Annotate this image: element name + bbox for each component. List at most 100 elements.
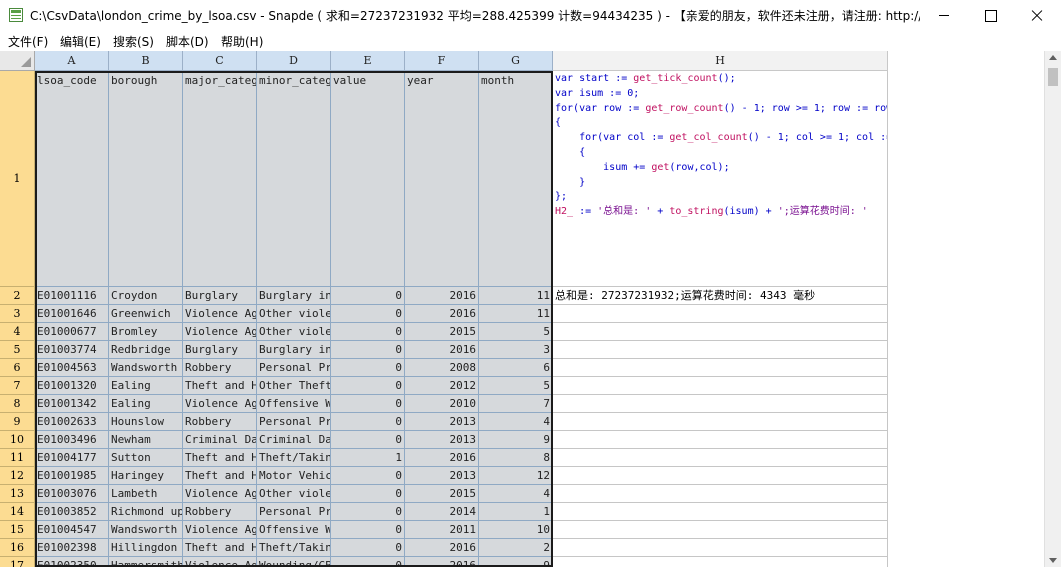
grid-cell[interactable]: Hillingdon [109, 539, 183, 557]
grid-cell[interactable] [553, 539, 888, 557]
grid-cell[interactable]: 5 [479, 323, 553, 341]
grid-cell[interactable]: E01001342 [35, 395, 109, 413]
grid-cell[interactable]: Violence Against [183, 557, 257, 567]
grid-cell[interactable]: E01002350 [35, 557, 109, 567]
column-header-f[interactable]: F [405, 51, 479, 71]
row-header[interactable]: 13 [0, 485, 35, 503]
grid-cell[interactable]: Haringey [109, 467, 183, 485]
column-header-a[interactable]: A [35, 51, 109, 71]
grid-cell[interactable]: 2013 [405, 467, 479, 485]
grid-cell[interactable]: 12 [479, 467, 553, 485]
vertical-scrollbar[interactable] [1044, 51, 1061, 567]
grid-cell[interactable] [553, 395, 888, 413]
grid-cell[interactable]: 2 [479, 539, 553, 557]
grid-cell[interactable]: Other violence [257, 305, 331, 323]
row-header[interactable]: 7 [0, 377, 35, 395]
grid-cell[interactable]: Greenwich [109, 305, 183, 323]
scroll-down-arrow-icon[interactable] [1049, 558, 1057, 563]
grid-cell[interactable]: 2013 [405, 413, 479, 431]
grid-cell[interactable]: 0 [331, 413, 405, 431]
menu-edit[interactable]: 编辑(E) [60, 33, 101, 50]
row-header[interactable]: 1 [0, 71, 35, 287]
grid-cell[interactable]: Violence Against the Person [183, 395, 257, 413]
grid-cell[interactable]: Theft/Taking of Pedal Cycle [257, 449, 331, 467]
header-cell[interactable]: borough [109, 71, 183, 287]
grid-cell[interactable]: E01004563 [35, 359, 109, 377]
grid-cell[interactable]: Newham [109, 431, 183, 449]
grid-cell[interactable]: E01004547 [35, 521, 109, 539]
grid-cell[interactable]: Theft and Handling [183, 539, 257, 557]
grid-cell[interactable]: Ealing [109, 395, 183, 413]
menu-file[interactable]: 文件(F) [8, 33, 48, 50]
grid-cell[interactable]: Violence Against the Person [183, 323, 257, 341]
row-header[interactable]: 5 [0, 341, 35, 359]
menu-search[interactable]: 搜索(S) [113, 33, 154, 50]
column-header-e[interactable]: E [331, 51, 405, 71]
row-header[interactable]: 14 [0, 503, 35, 521]
result-cell-h2[interactable]: 总和是: 27237231932;运算花费时间: 4343 毫秒 [553, 287, 888, 305]
grid-cell[interactable]: 9 [479, 557, 553, 567]
header-cell[interactable]: lsoa_code [35, 71, 109, 287]
row-header[interactable]: 10 [0, 431, 35, 449]
grid-cell[interactable]: 2016 [405, 287, 479, 305]
row-header[interactable]: 4 [0, 323, 35, 341]
grid-cell[interactable]: 2015 [405, 485, 479, 503]
row-header[interactable]: 11 [0, 449, 35, 467]
column-header-h[interactable]: H [553, 51, 888, 71]
script-code-cell-h1[interactable]: var start := get_tick_count(); var isum :… [555, 72, 887, 287]
grid-cell[interactable]: 0 [331, 557, 405, 567]
grid-cell[interactable]: 0 [331, 485, 405, 503]
grid-cell[interactable]: 0 [331, 521, 405, 539]
grid-cell[interactable]: 5 [479, 377, 553, 395]
grid-cell[interactable]: 2008 [405, 359, 479, 377]
header-cell[interactable]: major_category [183, 71, 257, 287]
grid-cell[interactable]: Sutton [109, 449, 183, 467]
grid-cell[interactable] [553, 377, 888, 395]
grid-cell[interactable]: E01003076 [35, 485, 109, 503]
grid-cell[interactable]: 3 [479, 341, 553, 359]
row-header[interactable]: 17 [0, 557, 35, 567]
grid-cell[interactable]: Personal Property [257, 503, 331, 521]
grid-cell[interactable]: Croydon [109, 287, 183, 305]
select-all-corner[interactable] [0, 51, 35, 71]
row-header[interactable]: 9 [0, 413, 35, 431]
grid-cell[interactable]: Burglary in Other Buildings [257, 341, 331, 359]
grid-cell[interactable]: 0 [331, 467, 405, 485]
grid-cell[interactable]: 2016 [405, 557, 479, 567]
grid-cell[interactable]: E01001646 [35, 305, 109, 323]
grid-cell[interactable]: Violence Against the Person [183, 305, 257, 323]
minimize-button[interactable] [921, 0, 967, 31]
row-header[interactable]: 16 [0, 539, 35, 557]
grid-cell[interactable]: Violence Against the Person [183, 521, 257, 539]
grid-cell[interactable]: Wandsworth [109, 359, 183, 377]
row-header[interactable]: 6 [0, 359, 35, 377]
grid-cell[interactable] [553, 485, 888, 503]
close-button[interactable] [1014, 0, 1060, 31]
grid-cell[interactable]: E01003852 [35, 503, 109, 521]
grid-cell[interactable]: 11 [479, 305, 553, 323]
grid-cell[interactable]: Robbery [183, 359, 257, 377]
grid-cell[interactable] [553, 305, 888, 323]
grid-cell[interactable]: E01000677 [35, 323, 109, 341]
grid-cell[interactable]: Theft and Handling [183, 467, 257, 485]
grid-cell[interactable]: Bromley [109, 323, 183, 341]
grid-cell[interactable]: 0 [331, 305, 405, 323]
grid-cell[interactable] [553, 503, 888, 521]
grid-cell[interactable]: Violence Against the Person [183, 485, 257, 503]
column-header-d[interactable]: D [257, 51, 331, 71]
grid-cell[interactable]: Other violence [257, 485, 331, 503]
grid-cell[interactable]: Burglary in Other Buildings [257, 287, 331, 305]
grid-cell[interactable]: Redbridge [109, 341, 183, 359]
grid-cell[interactable]: E01003774 [35, 341, 109, 359]
row-header[interactable]: 12 [0, 467, 35, 485]
grid-cell[interactable]: E01001320 [35, 377, 109, 395]
grid-cell[interactable]: E01002633 [35, 413, 109, 431]
grid-cell[interactable]: E01001985 [35, 467, 109, 485]
grid-cell[interactable] [553, 521, 888, 539]
grid-cell[interactable]: Burglary [183, 341, 257, 359]
grid-cell[interactable]: 7 [479, 395, 553, 413]
grid-cell[interactable]: 4 [479, 413, 553, 431]
grid-cell[interactable]: Wounding/GBH [257, 557, 331, 567]
header-cell[interactable]: year [405, 71, 479, 287]
grid-cell[interactable]: 0 [331, 287, 405, 305]
